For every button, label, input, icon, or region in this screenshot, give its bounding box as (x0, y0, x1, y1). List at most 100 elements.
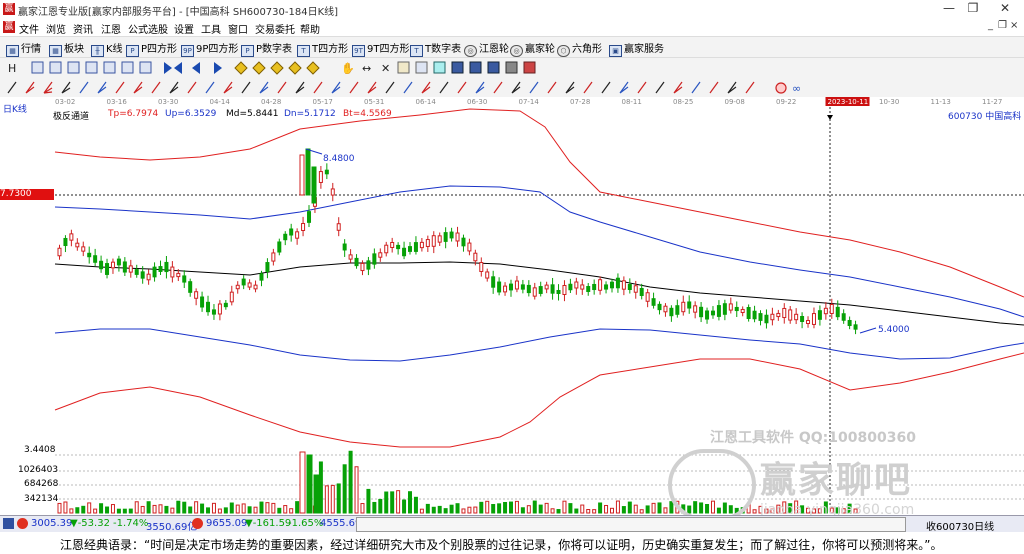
mdi-minimize-button[interactable]: _ (988, 20, 993, 31)
volume-bar (271, 502, 276, 514)
volume-bar (99, 503, 104, 514)
volume-bar (580, 504, 585, 514)
tool-service-button[interactable]: ▣ 赢家服务 (609, 40, 664, 57)
volume-bar (289, 508, 294, 514)
vol-tick-3: 342134 (24, 494, 59, 504)
candle-body (794, 313, 799, 321)
menu-item-help[interactable]: 帮助 (300, 21, 320, 36)
menu-item-gann[interactable]: 江恩 (101, 21, 121, 36)
candle-body (449, 231, 454, 239)
sh-index-pct: -1.74% (113, 518, 149, 529)
candle-body (378, 252, 383, 258)
block-icon: ▦ (49, 45, 62, 57)
status-grid-icon[interactable] (3, 518, 14, 529)
kline-chart[interactable]: 03-02 03-16 03-30 04-14 04-28 05-17 05-31 06-14… (0, 97, 1024, 521)
volume-bar (241, 503, 246, 514)
cursor-arrow-icon (827, 115, 833, 120)
candle-body (413, 242, 418, 252)
candle-body (134, 269, 139, 275)
vol-tick-2: 684268 (24, 479, 59, 489)
sz-index-change: ▼-161.59 (245, 518, 292, 529)
candle-body (829, 304, 834, 314)
sz-index-icon (192, 518, 203, 529)
volume-bar (57, 502, 62, 514)
candle-body (146, 273, 151, 281)
tool-9p-square-button[interactable]: 9P 9P四方形 (181, 40, 238, 57)
sh-index-amount: 3550.69亿 (146, 522, 198, 533)
stock-code-label: 600730 中国高科 (948, 112, 1022, 122)
grid-icon: ▦ (6, 45, 19, 57)
volume-bar (200, 503, 205, 514)
menu-item-tools[interactable]: 工具 (201, 21, 221, 36)
menu-item-info[interactable]: 资讯 (73, 21, 93, 36)
candle-body (402, 247, 407, 257)
drawing-tool-icons[interactable]: H ✋ ↔ ✕ (8, 61, 536, 75)
watermark-qq: 江恩工具软件 QQ:100800360 (710, 430, 916, 446)
status-right-text: 收600730日线 (926, 522, 995, 533)
volume-bar (663, 507, 668, 514)
volume-bar (645, 505, 650, 514)
candle-body (223, 302, 228, 308)
mdi-close-button[interactable]: × (1010, 20, 1018, 31)
tool-9t-square-button[interactable]: 9T 9T四方形 (352, 40, 409, 57)
volume-bar (229, 502, 234, 514)
menu-item-file[interactable]: 文件 (19, 21, 39, 36)
tool-gann-wheel-button[interactable]: ◎ 江恩轮 (464, 40, 509, 57)
candle-body (823, 307, 828, 315)
mdi-restore-button[interactable]: ❐ (998, 20, 1007, 31)
svg-text:∞: ∞ (792, 82, 801, 95)
volume-bar (259, 501, 264, 514)
restore-button[interactable]: ❐ (958, 0, 988, 18)
candle-body (734, 306, 739, 312)
candle-body (847, 319, 852, 327)
candle-body (586, 286, 591, 292)
9t-icon: 9T (352, 45, 365, 57)
tool-t-table-button[interactable]: T T数字表 (410, 40, 461, 57)
volume-bar (586, 509, 591, 514)
tool-kline-button[interactable]: ╫ K线 (91, 40, 123, 57)
close-button[interactable]: ✕ (990, 0, 1020, 18)
date-tick: 04-28 (261, 98, 281, 106)
spike-candle (299, 154, 305, 196)
menu-item-trade[interactable]: 交易委托 (255, 21, 295, 36)
tool-block-button[interactable]: ▦ 板块 (49, 40, 84, 57)
tool-quotes-button[interactable]: ▦ 行情 (6, 40, 41, 57)
tool-t-square-button[interactable]: T T四方形 (297, 40, 348, 57)
tool-hexagon-button[interactable]: ⬡ 六角形 (557, 40, 602, 57)
volume-bar (568, 503, 573, 514)
gann-line-tools[interactable]: ∞ (7, 81, 801, 95)
ticker-scroll-area[interactable] (356, 517, 906, 532)
volume-bar (609, 507, 614, 514)
candle-body (99, 260, 104, 270)
period-label: 日K线 (3, 105, 27, 115)
p-icon: P (126, 45, 139, 57)
candle-body (87, 252, 92, 258)
tool-p-square-button[interactable]: P P四方形 (126, 40, 177, 57)
menu-item-browse[interactable]: 浏览 (46, 21, 66, 36)
volume-bar (295, 501, 300, 514)
dn-label: Dn=5.1712 (284, 109, 336, 119)
volume-bar (313, 474, 320, 514)
candle-body (639, 288, 644, 296)
candle-body (841, 313, 846, 321)
date-tick: 07-28 (570, 98, 590, 106)
candle-body (348, 254, 353, 260)
menu-item-settings[interactable]: 设置 (174, 21, 194, 36)
volume-bar (122, 508, 127, 514)
candle-body (853, 324, 858, 330)
volume-bar (128, 508, 133, 514)
date-tick: 03-16 (107, 98, 128, 106)
candle-body (259, 273, 264, 281)
date-tick: 03-30 (158, 98, 178, 106)
menu-item-window[interactable]: 窗口 (228, 21, 248, 36)
tool-p-table-button[interactable]: P P数字表 (241, 40, 292, 57)
drawing-toolbar: H ✋ ↔ ✕ (0, 58, 1024, 79)
menu-item-formula[interactable]: 公式选股 (128, 21, 168, 36)
volume-bar (461, 508, 466, 514)
candle-body (318, 171, 323, 183)
app-logo-icon: 赢 (3, 3, 15, 15)
volume-bar (621, 506, 626, 514)
tool-winner-wheel-button[interactable]: ◎ 赢家轮 (510, 40, 555, 57)
candle-body (324, 169, 329, 175)
candle-body (693, 305, 698, 313)
